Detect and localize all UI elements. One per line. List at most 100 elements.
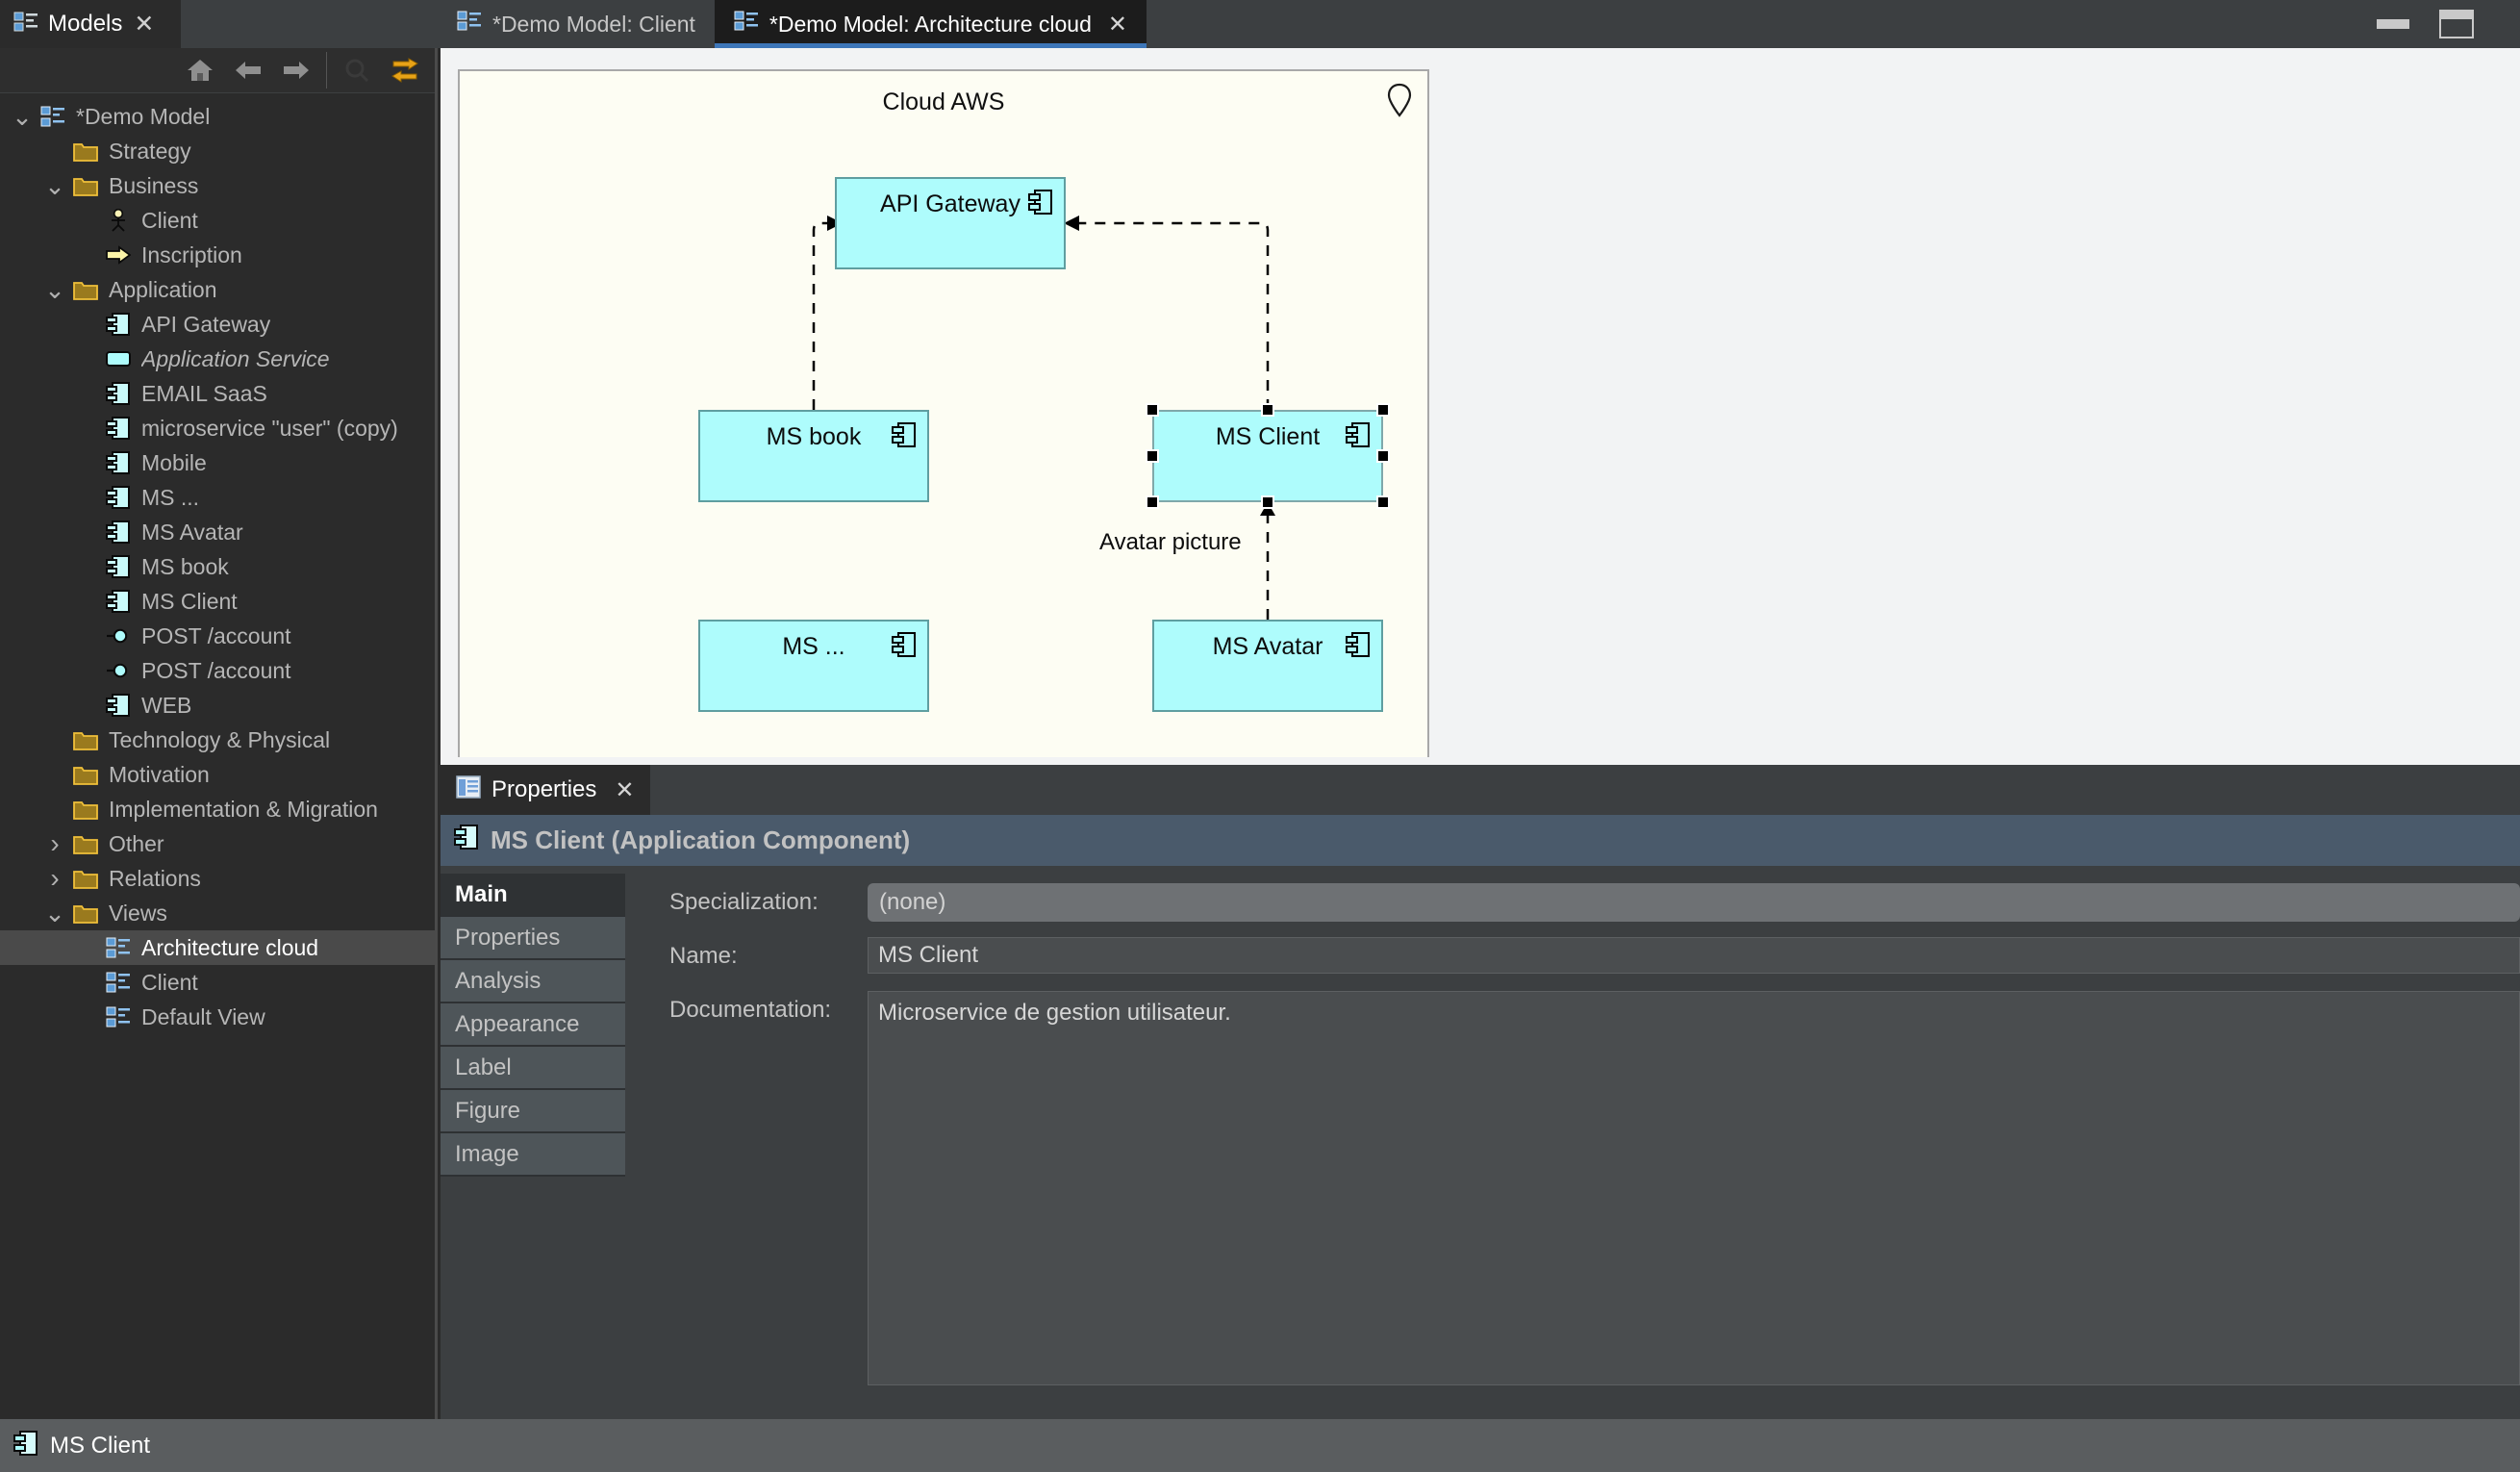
- prop-tab-figure[interactable]: Figure: [441, 1090, 625, 1133]
- prop-tab-analysis[interactable]: Analysis: [441, 960, 625, 1003]
- forward-arrow-icon[interactable]: [274, 51, 318, 89]
- folder-icon: [71, 866, 100, 891]
- prop-tab-appearance[interactable]: Appearance: [441, 1003, 625, 1047]
- grouping-cloud-aws[interactable]: Cloud AWS API Gateway MS book MS Client …: [458, 69, 1429, 757]
- documentation-textarea[interactable]: Microservice de gestion utilisateur.: [868, 991, 2520, 1385]
- close-icon[interactable]: ✕: [134, 12, 154, 37]
- editor-tab-label: *Demo Model: Architecture cloud: [769, 11, 1092, 37]
- restore-icon[interactable]: [2439, 10, 2474, 38]
- view-diagram-icon: [104, 1004, 133, 1029]
- tree-item-microservice-user-copy[interactable]: microservice "user" (copy): [0, 411, 435, 445]
- node-label: MS ...: [782, 633, 845, 660]
- resize-handle-sw[interactable]: [1146, 495, 1159, 509]
- component-icon: [104, 520, 133, 545]
- field-documentation: Documentation: Microservice de gestion u…: [625, 991, 2520, 1385]
- editor-tab-architecture-cloud[interactable]: *Demo Model: Architecture cloud ✕: [714, 0, 1147, 48]
- tree-item-implementation-migration[interactable]: Implementation & Migration: [0, 792, 435, 826]
- tree-item-label: Architecture cloud: [141, 934, 319, 960]
- tree-item-application-service[interactable]: Application Service: [0, 342, 435, 376]
- status-bar: MS Client: [0, 1419, 2520, 1472]
- diagram-node-ms-avatar[interactable]: MS Avatar: [1152, 620, 1383, 712]
- tree-item-email-saas[interactable]: EMAIL SaaS: [0, 376, 435, 411]
- chevron-right-icon[interactable]: ›: [38, 828, 71, 859]
- editor-tab-bar: *Demo Model: Client *Demo Model: Archite…: [438, 0, 1147, 48]
- close-icon[interactable]: ✕: [1108, 11, 1127, 38]
- resize-handle-nw[interactable]: [1146, 403, 1159, 417]
- diagram-node-ms-client[interactable]: MS Client: [1152, 410, 1383, 502]
- tree-item-post-account[interactable]: POST /account: [0, 653, 435, 688]
- component-icon: [1346, 421, 1371, 453]
- tree-item-architecture-cloud[interactable]: Architecture cloud: [0, 930, 435, 965]
- tree-item-label: Default View: [141, 1003, 265, 1029]
- tree-item-application[interactable]: ⌄ Application: [0, 272, 435, 307]
- link-sync-icon[interactable]: [383, 51, 427, 89]
- back-arrow-icon[interactable]: [226, 51, 270, 89]
- diagram-node-api-gateway[interactable]: API Gateway: [835, 177, 1066, 269]
- chevron-down-icon[interactable]: ⌄: [38, 173, 71, 198]
- chevron-down-icon[interactable]: ⌄: [38, 277, 71, 302]
- chevron-right-icon[interactable]: ›: [38, 863, 71, 894]
- specialization-dropdown[interactable]: (none): [868, 883, 2520, 922]
- tab-properties[interactable]: Properties ✕: [441, 765, 650, 815]
- prop-tab-image[interactable]: Image: [441, 1133, 625, 1177]
- resize-handle-w[interactable]: [1146, 449, 1159, 463]
- tree-item-motivation[interactable]: Motivation: [0, 757, 435, 792]
- diagram-node-ms-book[interactable]: MS book: [698, 410, 929, 502]
- minimize-icon[interactable]: [2377, 19, 2409, 29]
- tree-item-client[interactable]: Client: [0, 203, 435, 238]
- tree-item-inscription[interactable]: Inscription: [0, 238, 435, 272]
- tree-item-label: Technology & Physical: [109, 726, 331, 752]
- resize-handle-n[interactable]: [1261, 403, 1274, 417]
- tree-item-views[interactable]: ⌄ Views: [0, 896, 435, 930]
- resize-handle-s[interactable]: [1261, 495, 1274, 509]
- tree-item-post-account[interactable]: POST /account: [0, 619, 435, 653]
- model-tree[interactable]: ⌄ *Demo Model Strategy ⌄ Business Client In…: [0, 93, 435, 1411]
- chevron-down-icon[interactable]: ⌄: [38, 901, 71, 926]
- models-panel-tab[interactable]: Models ✕: [0, 0, 181, 48]
- component-icon: [1346, 631, 1371, 663]
- resize-handle-se[interactable]: [1376, 495, 1390, 509]
- tree-item-mobile[interactable]: Mobile: [0, 445, 435, 480]
- component-icon: [13, 1430, 38, 1461]
- tree-item-relations[interactable]: › Relations: [0, 861, 435, 896]
- close-icon[interactable]: ✕: [615, 776, 634, 804]
- tree-item-other[interactable]: › Other: [0, 826, 435, 861]
- tree-item-web[interactable]: WEB: [0, 688, 435, 723]
- node-label: MS Client: [1215, 423, 1321, 450]
- resize-handle-ne[interactable]: [1376, 403, 1390, 417]
- diagram-canvas[interactable]: Cloud AWS API Gateway MS book MS Client …: [441, 48, 2520, 765]
- tree-item-business[interactable]: ⌄ Business: [0, 168, 435, 203]
- tree-item-ms-client[interactable]: MS Client: [0, 584, 435, 619]
- tree-item-default-view[interactable]: Default View: [0, 1000, 435, 1034]
- tree-item-ms-book[interactable]: MS book: [0, 549, 435, 584]
- resize-handle-e[interactable]: [1376, 449, 1390, 463]
- chevron-down-icon[interactable]: ⌄: [6, 104, 38, 129]
- view-diagram-icon: [734, 10, 759, 38]
- tree-item-strategy[interactable]: Strategy: [0, 134, 435, 168]
- properties-header-title: MS Client (Application Component): [491, 825, 911, 854]
- prop-tab-main[interactable]: Main: [441, 874, 625, 917]
- tree-item-technology-physical[interactable]: Technology & Physical: [0, 723, 435, 757]
- editor-tab-client[interactable]: *Demo Model: Client: [438, 0, 715, 48]
- home-icon[interactable]: [178, 51, 222, 89]
- prop-tab-label[interactable]: Label: [441, 1047, 625, 1090]
- prop-tab-properties[interactable]: Properties: [441, 917, 625, 960]
- models-tree-panel: ⌄ *Demo Model Strategy ⌄ Business Client In…: [0, 48, 438, 1419]
- top-bar: Models ✕: [0, 0, 2520, 48]
- diagram-node-ms-dots[interactable]: MS ...: [698, 620, 929, 712]
- process-icon: [104, 242, 133, 267]
- tree-item-client[interactable]: Client: [0, 965, 435, 1000]
- properties-side-tabs[interactable]: Main Properties Analysis Appearance Label Fig…: [441, 866, 625, 1419]
- tree-item-label: MS book: [141, 553, 229, 579]
- component-icon: [104, 554, 133, 579]
- name-input[interactable]: MS Client: [868, 937, 2520, 974]
- tree-item-demo-model[interactable]: ⌄ *Demo Model: [0, 99, 435, 134]
- tree-item-ms-avatar[interactable]: MS Avatar: [0, 515, 435, 549]
- tree-item-api-gateway[interactable]: API Gateway: [0, 307, 435, 342]
- search-icon[interactable]: [335, 51, 379, 89]
- tree-item-ms[interactable]: MS ...: [0, 480, 435, 515]
